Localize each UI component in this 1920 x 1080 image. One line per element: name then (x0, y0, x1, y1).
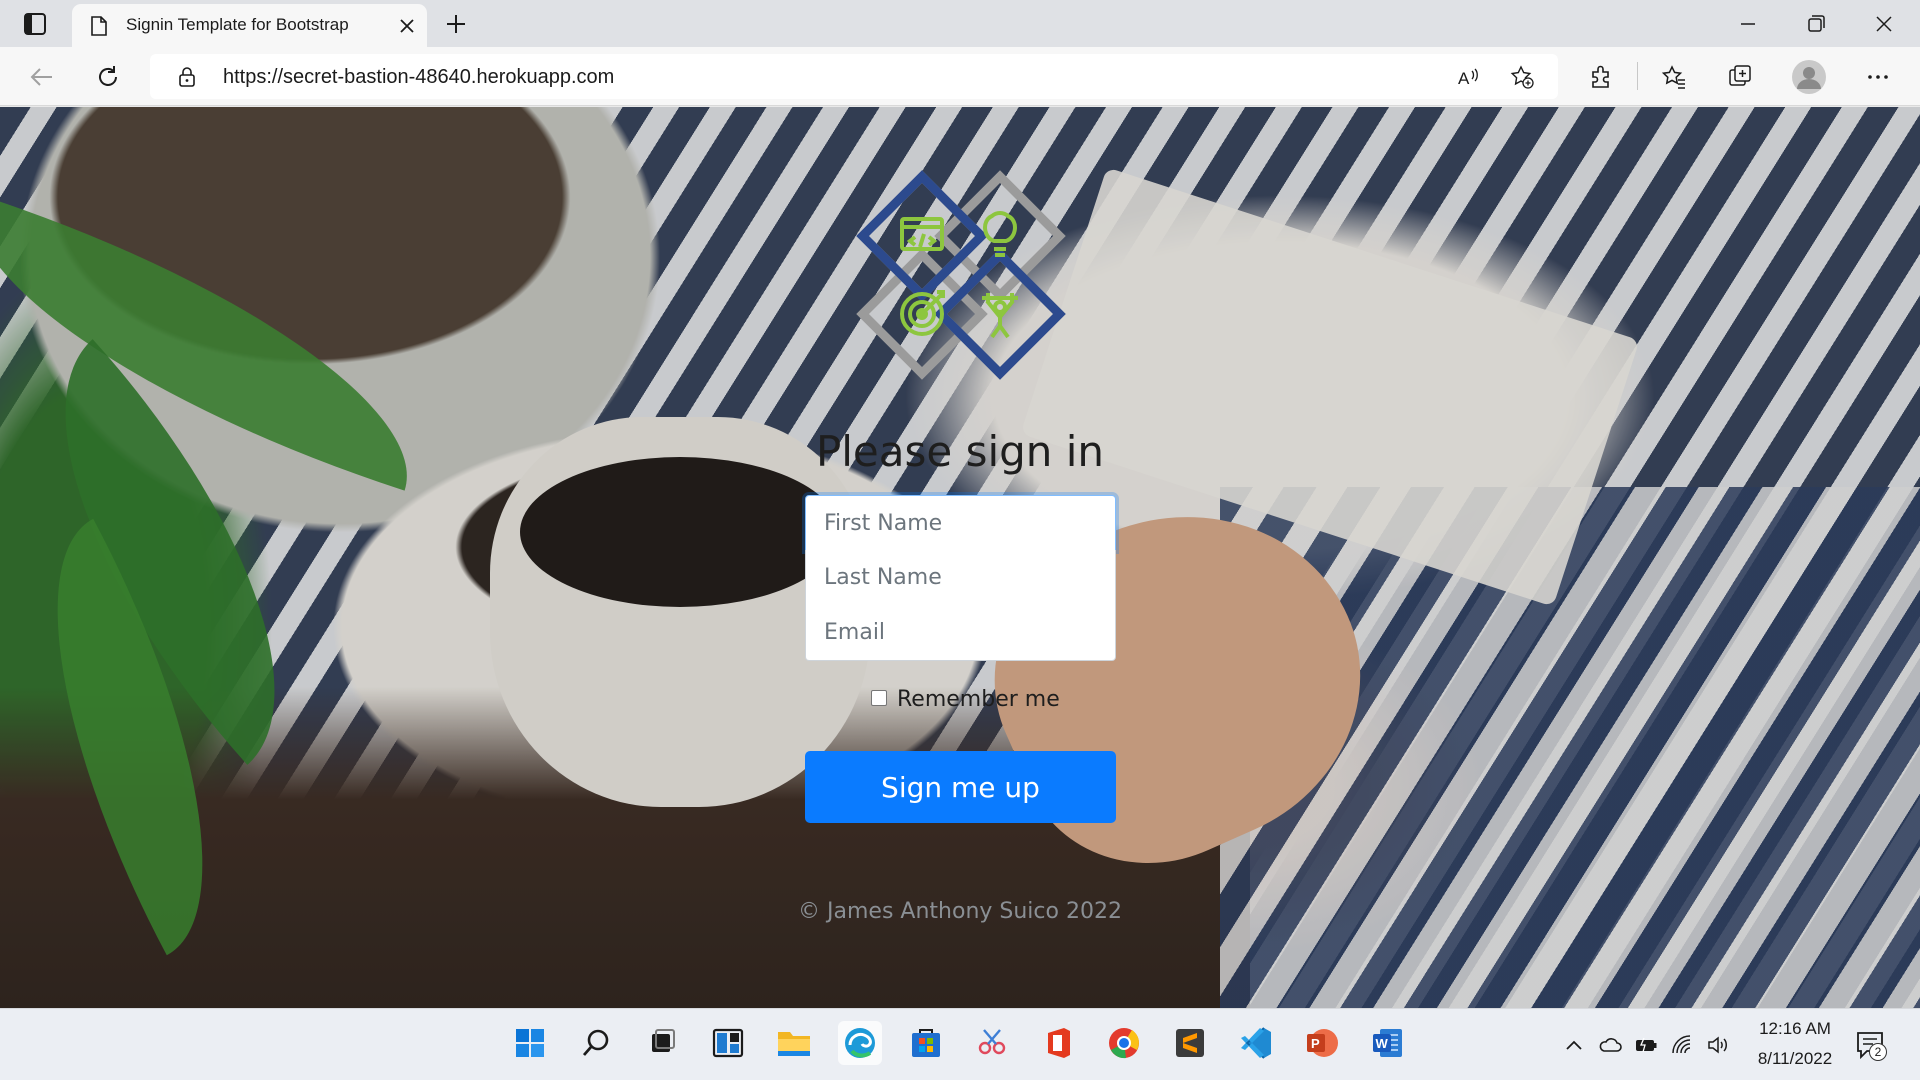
page-viewport: Please sign in Remember me Sign me up © … (0, 107, 1920, 1008)
sign-up-button[interactable]: Sign me up (805, 751, 1116, 823)
profile-avatar[interactable] (1792, 60, 1826, 94)
vscode-button[interactable] (1234, 1021, 1278, 1065)
signin-form: Please sign in Remember me Sign me up © … (798, 107, 1122, 1008)
notifications-button[interactable]: 2 (1855, 1029, 1889, 1061)
powerpoint-icon: P (1307, 1029, 1338, 1057)
search-button[interactable] (574, 1021, 618, 1065)
battery-icon[interactable] (1634, 1033, 1658, 1057)
start-button[interactable] (508, 1021, 552, 1065)
more-options-icon[interactable] (1864, 63, 1892, 91)
page-icon (91, 16, 107, 36)
edge-icon (845, 1028, 875, 1058)
remember-me-label[interactable]: Remember me (897, 687, 1060, 712)
sublime-text-icon (1176, 1029, 1204, 1057)
tab-bar: Signin Template for Bootstrap (0, 0, 1920, 47)
clock-date[interactable]: 8/11/2022 (1735, 1049, 1855, 1069)
task-view-button[interactable] (640, 1021, 684, 1065)
lock-icon[interactable] (178, 66, 196, 88)
task-view-icon (652, 1029, 675, 1052)
notification-badge: 2 (1869, 1043, 1887, 1061)
copyright-footer: © James Anthony Suico 2022 (798, 899, 1122, 924)
vscode-icon (1241, 1027, 1271, 1059)
clock-time[interactable]: 12:16 AM (1735, 1019, 1855, 1039)
url-text[interactable]: https://secret-bastion-48640.herokuapp.c… (223, 66, 614, 89)
start-icon (516, 1029, 544, 1057)
chrome-icon (1109, 1028, 1139, 1059)
minimize-icon[interactable] (1736, 12, 1760, 36)
last-name-input[interactable] (806, 550, 1115, 605)
chrome-button[interactable] (1102, 1021, 1146, 1065)
wifi-icon[interactable] (1670, 1033, 1694, 1057)
new-tab-icon[interactable] (444, 12, 468, 36)
file-explorer-button[interactable] (772, 1021, 816, 1065)
tab-actions-icon[interactable] (20, 11, 50, 37)
email-field[interactable] (805, 605, 1116, 661)
word-button[interactable]: W (1366, 1021, 1410, 1065)
store-button[interactable] (904, 1021, 948, 1065)
toolbar-separator (1637, 62, 1638, 90)
refresh-icon[interactable] (94, 63, 122, 91)
store-icon (912, 1029, 940, 1057)
remember-me-checkbox[interactable] (871, 690, 887, 706)
onedrive-icon[interactable] (1598, 1033, 1622, 1057)
restore-icon[interactable] (1804, 12, 1828, 36)
file-explorer-icon (778, 1032, 810, 1056)
svg-text:A: A (1458, 69, 1470, 88)
first-name-input[interactable] (806, 496, 1115, 550)
volume-icon[interactable] (1706, 1033, 1730, 1057)
add-favorite-icon[interactable] (1510, 65, 1534, 89)
close-window-icon[interactable] (1872, 12, 1896, 36)
snipping-tool-icon (978, 1029, 1006, 1055)
svg-text:P: P (1311, 1036, 1320, 1051)
favorites-icon[interactable] (1660, 63, 1688, 91)
first-name-field[interactable] (805, 495, 1116, 551)
collections-icon[interactable] (1726, 63, 1754, 91)
widgets-button[interactable] (706, 1021, 750, 1065)
widgets-icon (712, 1028, 744, 1058)
office-icon (1048, 1028, 1070, 1058)
svg-text:W: W (1376, 1036, 1389, 1051)
browser-tab[interactable]: Signin Template for Bootstrap (72, 4, 427, 47)
search-icon (582, 1029, 609, 1056)
tab-title: Signin Template for Bootstrap (126, 15, 349, 34)
powerpoint-button[interactable]: P (1300, 1021, 1344, 1065)
site-logo (856, 170, 1066, 380)
page-title: Please sign in (815, 427, 1105, 476)
office-button[interactable] (1036, 1021, 1080, 1065)
snipping-tool-button[interactable] (970, 1021, 1014, 1065)
address-toolbar: https://secret-bastion-48640.herokuapp.c… (0, 47, 1920, 106)
last-name-field[interactable] (805, 550, 1116, 606)
address-box[interactable]: https://secret-bastion-48640.herokuapp.c… (150, 54, 1558, 99)
edge-button[interactable] (838, 1021, 882, 1065)
email-input[interactable] (806, 605, 1115, 660)
taskbar: P W 12:16 AM 8/11/2022 2 (0, 1008, 1920, 1080)
back-icon[interactable] (28, 63, 56, 91)
read-aloud-icon[interactable]: A (1456, 65, 1480, 89)
extensions-icon[interactable] (1587, 63, 1615, 91)
word-icon: W (1373, 1029, 1402, 1057)
close-tab-icon[interactable] (397, 16, 417, 36)
sublime-text-button[interactable] (1168, 1021, 1212, 1065)
chevron-up-icon[interactable] (1562, 1033, 1586, 1057)
